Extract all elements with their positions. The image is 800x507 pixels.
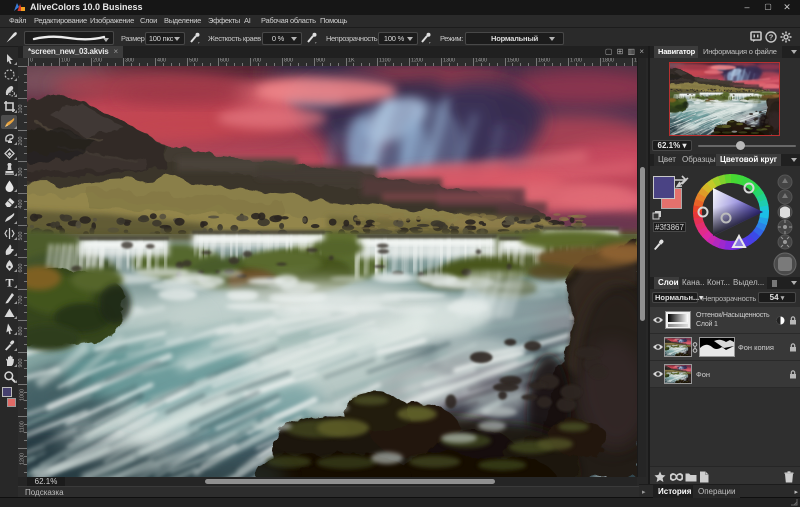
svg-text:T: T: [5, 275, 13, 288]
svg-text:?: ?: [769, 33, 774, 42]
